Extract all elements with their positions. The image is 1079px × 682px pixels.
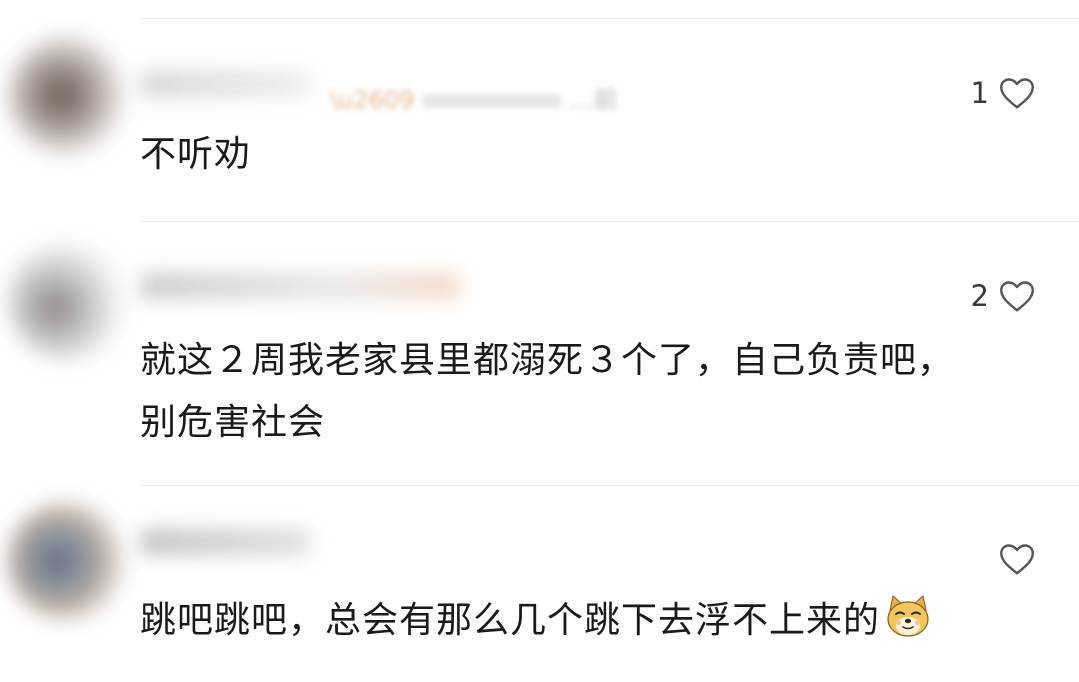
comment-item-1: \u2609 …前 1 不听劝: [0, 0, 1079, 222]
comment-text-content: 跳吧跳吧，总会有那么几个跳下去浮不上来的: [140, 600, 881, 641]
heart-outline-icon: [1000, 78, 1034, 109]
avatar[interactable]: [8, 242, 126, 360]
heart-outline-icon: [1000, 281, 1034, 312]
like-button[interactable]: 1: [971, 76, 1035, 110]
username-blurred[interactable]: [140, 70, 310, 98]
comment-meta-blurred: \u2609 …前: [330, 86, 618, 114]
comment-text-line: 就这２周我老家县里都溺死３个了，自己负责吧，: [140, 340, 955, 381]
comment-item-2: 2 就这２周我老家县里都溺死３个了，自己负责吧， 别危害社会: [0, 222, 1079, 486]
avatar[interactable]: [8, 502, 126, 620]
comment-item-3: 跳吧跳吧，总会有那么几个跳下去浮不上来的: [0, 486, 1079, 682]
like-button[interactable]: [989, 542, 1035, 576]
comment-text-line: 别危害社会: [140, 402, 326, 443]
like-count: 2: [970, 279, 989, 313]
like-button[interactable]: 2: [971, 279, 1035, 313]
avatar[interactable]: [8, 36, 126, 154]
comment-text: 跳吧跳吧，总会有那么几个跳下去浮不上来的: [140, 590, 1049, 652]
heart-outline-icon: [1000, 544, 1034, 575]
comment-text: 就这２周我老家县里都溺死３个了，自己负责吧， 别危害社会: [140, 330, 1039, 454]
comment-text: 不听劝: [140, 134, 252, 175]
username-blurred[interactable]: [140, 272, 460, 300]
doge-emoji-icon: [887, 595, 929, 637]
username-blurred[interactable]: [140, 528, 310, 556]
like-count: 1: [970, 76, 989, 110]
